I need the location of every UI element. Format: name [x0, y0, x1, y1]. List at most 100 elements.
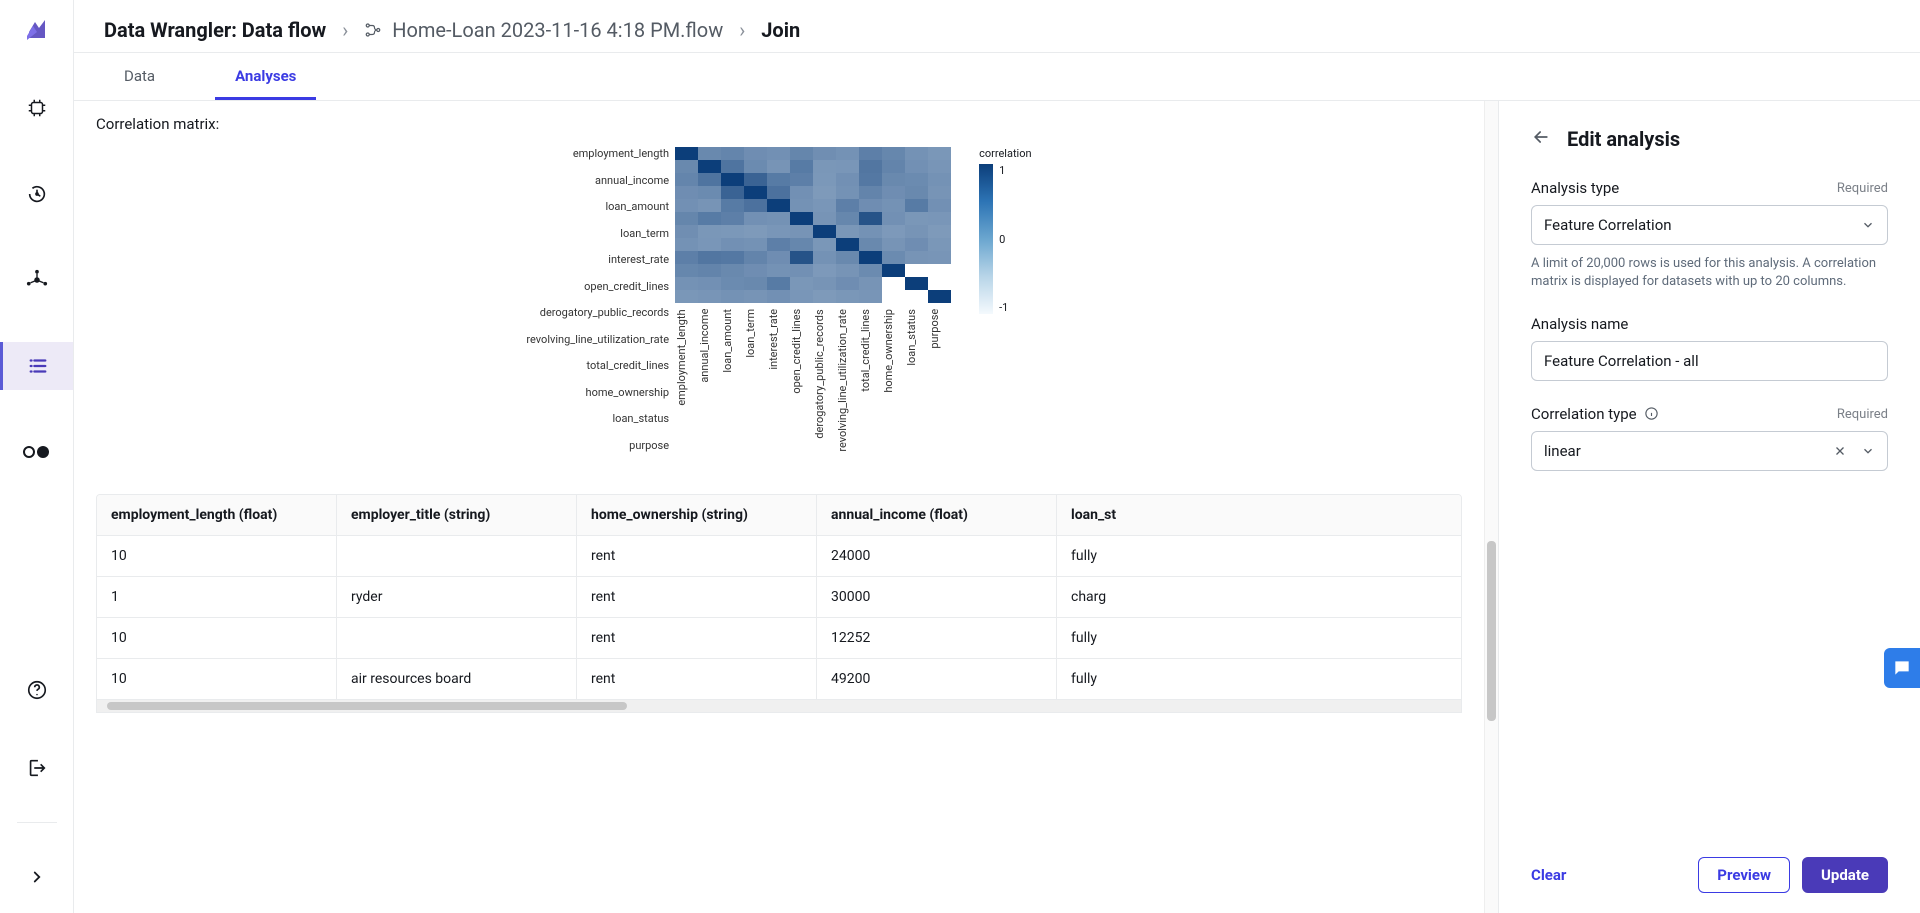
- heatmap-cell: [813, 277, 836, 290]
- table-horizontal-scrollbar[interactable]: [97, 700, 1461, 712]
- analysis-type-helper: A limit of 20,000 rows is used for this …: [1531, 255, 1888, 291]
- heatmap-cell: [905, 290, 928, 303]
- info-icon[interactable]: [1644, 406, 1659, 421]
- breadcrumb-root[interactable]: Data Wrangler: Data flow: [104, 18, 326, 42]
- heatmap-cell: [744, 173, 767, 186]
- rail-item-help[interactable]: [0, 666, 73, 714]
- table-cell: [337, 618, 577, 658]
- chevron-right-icon: ›: [739, 18, 745, 42]
- heatmap-cell: [928, 173, 951, 186]
- heatmap-cell: [905, 238, 928, 251]
- table-row[interactable]: 10rent12252fully: [97, 618, 1461, 659]
- heatmap-x-label: loan_status: [905, 309, 928, 452]
- colorbar-tick: -1: [999, 301, 1008, 314]
- heatmap-cell: [905, 225, 928, 238]
- correlation-type-select[interactable]: linear: [1531, 431, 1888, 471]
- heatmap-cell: [882, 225, 905, 238]
- heatmap-y-label: revolving_line_utilization_rate: [526, 333, 669, 346]
- back-arrow-icon[interactable]: [1531, 127, 1551, 151]
- tab-data[interactable]: Data: [104, 53, 175, 100]
- table-header-cell[interactable]: loan_st: [1057, 495, 1167, 535]
- heatmap-cell: [928, 238, 951, 251]
- heatmap-cell: [859, 212, 882, 225]
- table-header-cell[interactable]: home_ownership (string): [577, 495, 817, 535]
- analysis-title: Correlation matrix:: [96, 115, 1462, 133]
- heatmap-cell: [675, 251, 698, 264]
- heatmap-cell: [767, 238, 790, 251]
- heatmap-cell: [744, 160, 767, 173]
- table-cell: rent: [577, 659, 817, 699]
- table-row[interactable]: 10air resources boardrent49200fully: [97, 659, 1461, 700]
- table-row[interactable]: 1ryderrent30000charg: [97, 577, 1461, 618]
- heatmap-cell: [767, 264, 790, 277]
- table-header-cell[interactable]: annual_income (float): [817, 495, 1057, 535]
- rail-item-expand[interactable]: [0, 853, 73, 901]
- heatmap-cell: [836, 225, 859, 238]
- heatmap-x-label: total_credit_lines: [859, 309, 882, 452]
- heatmap-y-label: interest_rate: [526, 253, 669, 266]
- chat-icon[interactable]: [1884, 648, 1920, 688]
- heatmap-cell: [859, 264, 882, 277]
- heatmap-cell: [721, 212, 744, 225]
- heatmap-cell: [744, 199, 767, 212]
- rail-item-chip[interactable]: [0, 84, 73, 132]
- table-header-cell[interactable]: employer_title (string): [337, 495, 577, 535]
- table-row[interactable]: 10rent24000fully: [97, 536, 1461, 577]
- rail-item-graph[interactable]: [0, 256, 73, 304]
- heatmap-cell: [790, 238, 813, 251]
- heatmap-cell: [882, 238, 905, 251]
- heatmap-cell: [928, 251, 951, 264]
- heatmap-cell: [744, 147, 767, 160]
- heatmap-cell: [836, 186, 859, 199]
- heatmap-cell: [698, 238, 721, 251]
- heatmap-cell: [882, 147, 905, 160]
- clear-button[interactable]: Clear: [1531, 866, 1566, 884]
- heatmap-x-label: purpose: [928, 309, 951, 452]
- heatmap-cell: [744, 212, 767, 225]
- heatmap-cell: [721, 173, 744, 186]
- breadcrumb-flow-name: Home-Loan 2023-11-16 4:18 PM.flow: [392, 18, 723, 42]
- heatmap-x-label: home_ownership: [882, 309, 905, 452]
- preview-button[interactable]: Preview: [1698, 857, 1790, 893]
- table-cell: [337, 536, 577, 576]
- table-cell: air resources board: [337, 659, 577, 699]
- heatmap-cell: [767, 212, 790, 225]
- update-button[interactable]: Update: [1802, 857, 1888, 893]
- breadcrumb-flow[interactable]: Home-Loan 2023-11-16 4:18 PM.flow: [364, 18, 723, 42]
- table-cell: ryder: [337, 577, 577, 617]
- heatmap-x-label: annual_income: [698, 309, 721, 452]
- heatmap-cell: [698, 264, 721, 277]
- rail-item-refresh[interactable]: [0, 170, 73, 218]
- analysis-type-select[interactable]: Feature Correlation: [1531, 205, 1888, 245]
- analysis-name-input[interactable]: Feature Correlation - all: [1531, 341, 1888, 381]
- heatmap-cell: [859, 147, 882, 160]
- heatmap-cell: [744, 238, 767, 251]
- chevron-down-icon: [1861, 218, 1875, 232]
- heatmap-cell: [698, 186, 721, 199]
- heatmap-y-label: loan_status: [526, 412, 669, 425]
- edit-analysis-panel: Edit analysis Analysis type Required Fea…: [1498, 101, 1920, 913]
- heatmap-cell: [721, 264, 744, 277]
- heatmap-cell: [813, 173, 836, 186]
- app-logo-icon: [25, 18, 49, 46]
- breadcrumb-step: Join: [761, 18, 800, 42]
- heatmap-y-label: annual_income: [526, 174, 669, 187]
- tab-analyses[interactable]: Analyses: [215, 53, 316, 100]
- heatmap-cell: [767, 225, 790, 238]
- panel-vertical-scrollbar[interactable]: [1484, 101, 1498, 913]
- breadcrumb: Data Wrangler: Data flow › Home-Loan 202…: [74, 0, 1920, 53]
- table-cell: 24000: [817, 536, 1057, 576]
- heatmap-cell: [836, 212, 859, 225]
- rail-item-logout[interactable]: [0, 744, 73, 792]
- left-nav-rail: [0, 0, 74, 913]
- heatmap-y-label: derogatory_public_records: [526, 306, 669, 319]
- rail-item-list[interactable]: [0, 342, 73, 390]
- clear-icon[interactable]: [1833, 444, 1847, 458]
- table-header-cell[interactable]: employment_length (float): [97, 495, 337, 535]
- required-badge: Required: [1837, 407, 1888, 422]
- heatmap-cell: [928, 225, 951, 238]
- rail-item-shapes[interactable]: [0, 428, 73, 476]
- heatmap-x-label: employment_length: [675, 309, 698, 452]
- heatmap-cell: [905, 173, 928, 186]
- heatmap-cell: [698, 251, 721, 264]
